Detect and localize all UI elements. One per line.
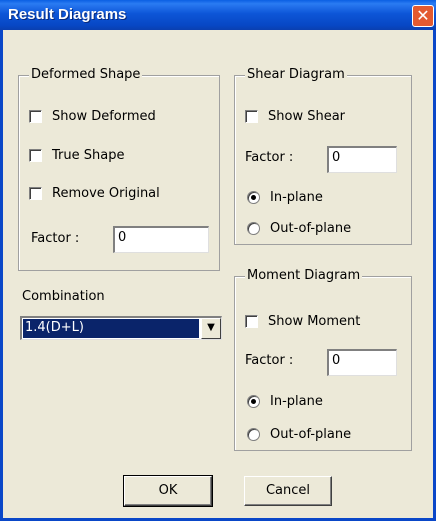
combination-label: Combination: [22, 289, 105, 304]
shear-in-plane-radio[interactable]: In-plane: [247, 190, 323, 205]
close-icon[interactable]: ✕: [412, 5, 434, 27]
combination-select[interactable]: 1.4(D+L) ▼: [20, 316, 222, 340]
moment-in-plane-label: In-plane: [270, 394, 323, 409]
shear-diagram-group: Shear Diagram Show Shear Factor : 0 In-p…: [234, 67, 412, 245]
deformed-factor-input[interactable]: 0: [113, 226, 209, 253]
moment-factor-label: Factor :: [245, 353, 294, 368]
shear-factor-label: Factor :: [245, 150, 294, 165]
show-deformed-label: Show Deformed: [52, 109, 156, 124]
show-shear-label: Show Shear: [268, 109, 346, 124]
window-title: Result Diagrams: [8, 6, 127, 23]
show-deformed-checkbox[interactable]: Show Deformed: [29, 109, 156, 124]
remove-original-label: Remove Original: [52, 186, 160, 201]
moment-diagram-group: Moment Diagram Show Moment Factor : 0 In…: [234, 268, 412, 451]
shear-out-of-plane-radio[interactable]: Out-of-plane: [247, 221, 351, 236]
moment-out-of-plane-label: Out-of-plane: [270, 427, 352, 442]
shear-factor-input[interactable]: 0: [327, 146, 397, 173]
radio-unselected-icon[interactable]: [247, 428, 260, 441]
remove-original-checkbox[interactable]: Remove Original: [29, 186, 160, 201]
checkbox-box[interactable]: [29, 149, 42, 162]
combination-selected-value: 1.4(D+L): [23, 319, 199, 338]
chevron-down-icon[interactable]: ▼: [201, 318, 221, 339]
checkbox-box[interactable]: [29, 187, 42, 200]
radio-unselected-icon[interactable]: [247, 222, 260, 235]
shear-diagram-legend: Shear Diagram: [245, 67, 347, 83]
deformed-factor-label: Factor :: [31, 231, 80, 246]
deformed-shape-legend: Deformed Shape: [29, 67, 143, 83]
ok-button[interactable]: OK: [123, 475, 213, 507]
shear-in-plane-label: In-plane: [270, 190, 323, 205]
shear-out-of-plane-label: Out-of-plane: [270, 221, 352, 236]
moment-diagram-legend: Moment Diagram: [245, 268, 363, 284]
true-shape-checkbox[interactable]: True Shape: [29, 148, 124, 163]
show-shear-checkbox[interactable]: Show Shear: [245, 109, 345, 124]
window-frame-left: [0, 30, 3, 521]
radio-selected-icon[interactable]: [247, 191, 260, 204]
true-shape-label: True Shape: [52, 148, 125, 163]
show-moment-checkbox[interactable]: Show Moment: [245, 314, 360, 329]
deformed-shape-group: Deformed Shape Show Deformed True Shape …: [18, 67, 220, 271]
checkbox-box[interactable]: [29, 110, 42, 123]
checkbox-box[interactable]: [245, 315, 258, 328]
cancel-button[interactable]: Cancel: [244, 476, 332, 506]
radio-selected-icon[interactable]: [247, 395, 260, 408]
checkbox-box[interactable]: [245, 110, 258, 123]
moment-in-plane-radio[interactable]: In-plane: [247, 394, 323, 409]
moment-factor-input[interactable]: 0: [327, 349, 397, 376]
title-bar[interactable]: Result Diagrams ✕: [0, 0, 436, 30]
result-diagrams-dialog: Result Diagrams ✕ Deformed Shape Show De…: [0, 0, 436, 521]
moment-out-of-plane-radio[interactable]: Out-of-plane: [247, 427, 351, 442]
show-moment-label: Show Moment: [268, 314, 361, 329]
